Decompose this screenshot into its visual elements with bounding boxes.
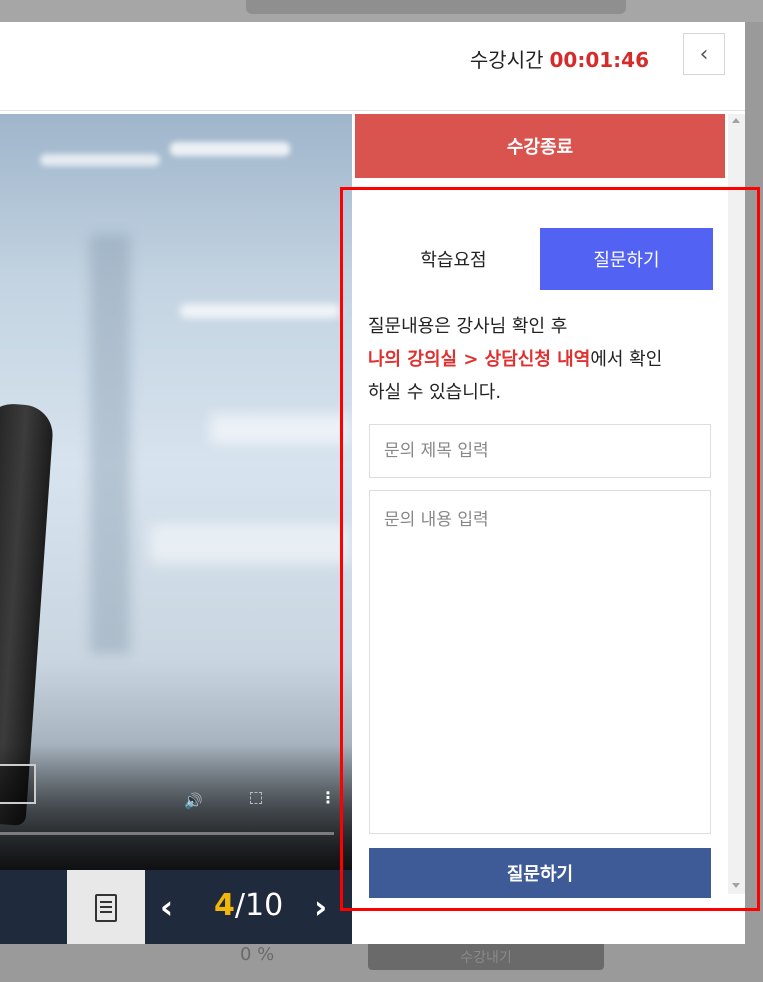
chevron-left-icon: ‹ — [699, 41, 709, 67]
panel-tabs: 학습요점 질문하기 — [367, 228, 723, 290]
background-light — [210, 414, 350, 444]
next-page-button[interactable]: › — [314, 888, 327, 926]
background-light — [150, 524, 350, 564]
tab-ask-question[interactable]: 질문하기 — [540, 228, 713, 290]
background-light — [180, 304, 340, 318]
background-light — [40, 154, 160, 166]
prev-page-button[interactable]: ‹ — [160, 888, 173, 926]
info-line-3: 하실 수 있습니다. — [368, 382, 502, 403]
note-button[interactable] — [67, 870, 145, 944]
current-page: 4 — [214, 888, 235, 923]
timer-value: 00:01:46 — [549, 48, 650, 72]
lecture-window: 수강시간 00:01:46 ‹ 🔊 ⋮ ‹ 4/10 › 수강종료 학습요점 질문… — [0, 22, 745, 944]
side-panel: 수강종료 학습요점 질문하기 질문내용은 강사님 확인 후 나의 강의실 > 상… — [355, 114, 725, 944]
tab-study-points[interactable]: 학습요점 — [367, 228, 540, 290]
study-timer: 수강시간 00:01:46 — [470, 44, 649, 73]
background-top-bar — [246, 0, 626, 14]
header: 수강시간 00:01:46 ‹ — [0, 22, 745, 111]
background-progress-text: 0 % — [240, 944, 275, 965]
player-nav-bar: ‹ 4/10 › — [0, 870, 352, 944]
more-icon[interactable]: ⋮ — [320, 788, 336, 807]
question-content-input[interactable] — [369, 490, 711, 834]
info-line-1: 질문내용은 강사님 확인 후 — [368, 316, 568, 337]
total-pages: /10 — [234, 888, 284, 923]
background-pillar — [90, 234, 130, 654]
scroll-down-icon[interactable] — [732, 883, 740, 888]
collapse-panel-button[interactable]: ‹ — [683, 33, 725, 75]
video-progress-bar[interactable] — [0, 832, 334, 835]
page-indicator: 4/10 — [214, 888, 283, 923]
end-lecture-button[interactable]: 수강종료 — [355, 114, 725, 178]
scroll-up-icon[interactable] — [732, 118, 740, 123]
background-top — [0, 0, 763, 22]
info-line-2-rest: 에서 확인 — [590, 349, 663, 370]
question-title-input[interactable] — [369, 424, 711, 478]
question-info-text: 질문내용은 강사님 확인 후 나의 강의실 > 상담신청 내역에서 확인 하실 … — [368, 310, 718, 409]
info-line-2: 나의 강의실 > 상담신청 내역에서 확인 — [368, 343, 718, 376]
timer-label: 수강시간 — [469, 48, 544, 72]
video-player[interactable]: 🔊 ⋮ — [0, 114, 352, 894]
panel-scrollbar[interactable] — [728, 114, 745, 894]
caption-box — [0, 764, 36, 804]
submit-question-button[interactable]: 질문하기 — [369, 848, 711, 898]
background-light — [170, 142, 290, 156]
volume-icon[interactable]: 🔊 — [184, 792, 203, 810]
background-button: 수강내기 — [368, 944, 604, 970]
fullscreen-icon[interactable] — [250, 792, 262, 804]
my-classroom-link-text: 나의 강의실 > 상담신청 내역 — [368, 349, 591, 370]
note-icon — [95, 894, 117, 922]
